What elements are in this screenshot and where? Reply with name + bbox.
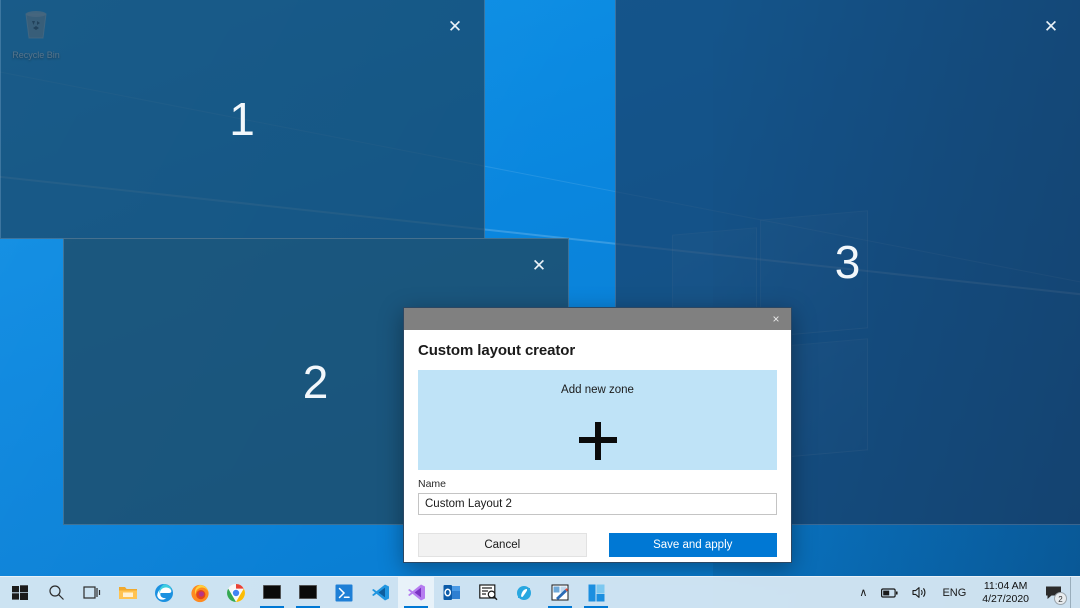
taskbar-firefox[interactable] [182, 577, 218, 608]
terminal-icon [263, 585, 281, 600]
taskbar-document-search-app[interactable] [470, 577, 506, 608]
chrome-icon [226, 583, 246, 603]
dialog-close-icon[interactable]: × [761, 308, 791, 330]
dialog-titlebar[interactable]: × [404, 308, 791, 330]
zone-1-number: 1 [1, 92, 484, 146]
snip-sketch-icon [551, 584, 570, 602]
windows-logo-icon [12, 585, 28, 601]
dialog-body: Custom layout creator Add new zone Name … [404, 330, 791, 557]
tray-clock-date: 4/27/2020 [982, 593, 1029, 606]
taskbar-outlook[interactable] [434, 577, 470, 608]
tray-clock-time: 11:04 AM [984, 580, 1028, 593]
firefox-icon [190, 583, 210, 603]
task-view-button[interactable] [74, 577, 110, 608]
taskbar-microsoft-edge[interactable] [146, 577, 182, 608]
fancyzones-zone-1[interactable]: ✕ 1 [0, 0, 485, 239]
taskbar-visual-studio-code-insiders[interactable] [398, 577, 434, 608]
action-center-button[interactable]: 2 [1038, 577, 1070, 608]
start-button[interactable] [2, 577, 38, 608]
taskbar-powershell[interactable] [326, 577, 362, 608]
taskbar-pinned-items [0, 577, 614, 608]
outlook-icon [443, 584, 461, 601]
taskbar-visual-studio-code[interactable] [362, 577, 398, 608]
zone-3-number: 3 [616, 235, 1080, 289]
fancyzones-icon [588, 584, 605, 602]
taskbar-powertoys-fancyzones[interactable] [578, 577, 614, 608]
search-icon [48, 584, 65, 601]
add-new-zone-button[interactable]: Add new zone [418, 370, 777, 470]
taskbar-git-app[interactable] [506, 577, 542, 608]
dialog-title: Custom layout creator [418, 342, 777, 359]
taskbar-empty-area [614, 577, 852, 608]
save-and-apply-button[interactable]: Save and apply [609, 533, 778, 557]
zone-2-close-icon[interactable]: ✕ [526, 253, 552, 279]
tray-language-indicator[interactable]: ENG [935, 577, 973, 608]
dialog-button-row: Cancel Save and apply [418, 533, 777, 557]
vscode-icon [371, 583, 390, 602]
git-icon [515, 584, 533, 602]
cancel-button[interactable]: Cancel [418, 533, 587, 557]
custom-layout-creator-dialog: × Custom layout creator Add new zone Nam… [403, 307, 792, 563]
zone-1-close-icon[interactable]: ✕ [442, 14, 468, 40]
document-search-icon [479, 584, 498, 601]
taskbar-snip-and-sketch[interactable] [542, 577, 578, 608]
show-desktop-button[interactable] [1070, 577, 1076, 608]
taskbar-file-explorer[interactable] [110, 577, 146, 608]
taskbar-console-window-2[interactable] [290, 577, 326, 608]
task-view-icon [83, 585, 101, 600]
notification-badge: 2 [1054, 592, 1067, 605]
zone-3-close-icon[interactable]: ✕ [1038, 14, 1064, 40]
tray-battery-button[interactable] [874, 577, 905, 608]
name-field-label: Name [418, 478, 777, 490]
edge-icon [154, 583, 174, 603]
layout-name-input[interactable] [418, 493, 777, 515]
folder-icon [118, 584, 138, 601]
taskbar: ∧ ENG 11:04 AM 4/27/2020 [0, 576, 1080, 608]
taskbar-google-chrome[interactable] [218, 577, 254, 608]
add-new-zone-label: Add new zone [418, 384, 777, 396]
system-tray: ∧ ENG 11:04 AM 4/27/2020 [852, 577, 1080, 608]
powershell-icon [335, 584, 353, 602]
speaker-icon [912, 586, 928, 599]
plus-icon [579, 422, 617, 460]
tray-show-hidden-icons-button[interactable]: ∧ [852, 577, 874, 608]
desktop-screen: Recycle Bin ✕ 1 ✕ 3 ✕ 2 × Custom layout … [0, 0, 1080, 608]
tray-clock[interactable]: 11:04 AM 4/27/2020 [973, 577, 1038, 608]
taskbar-console-window-1[interactable] [254, 577, 290, 608]
tray-volume-button[interactable] [905, 577, 935, 608]
vscode-insiders-icon [407, 583, 426, 602]
terminal-icon [299, 585, 317, 600]
battery-icon [881, 587, 898, 599]
search-button[interactable] [38, 577, 74, 608]
